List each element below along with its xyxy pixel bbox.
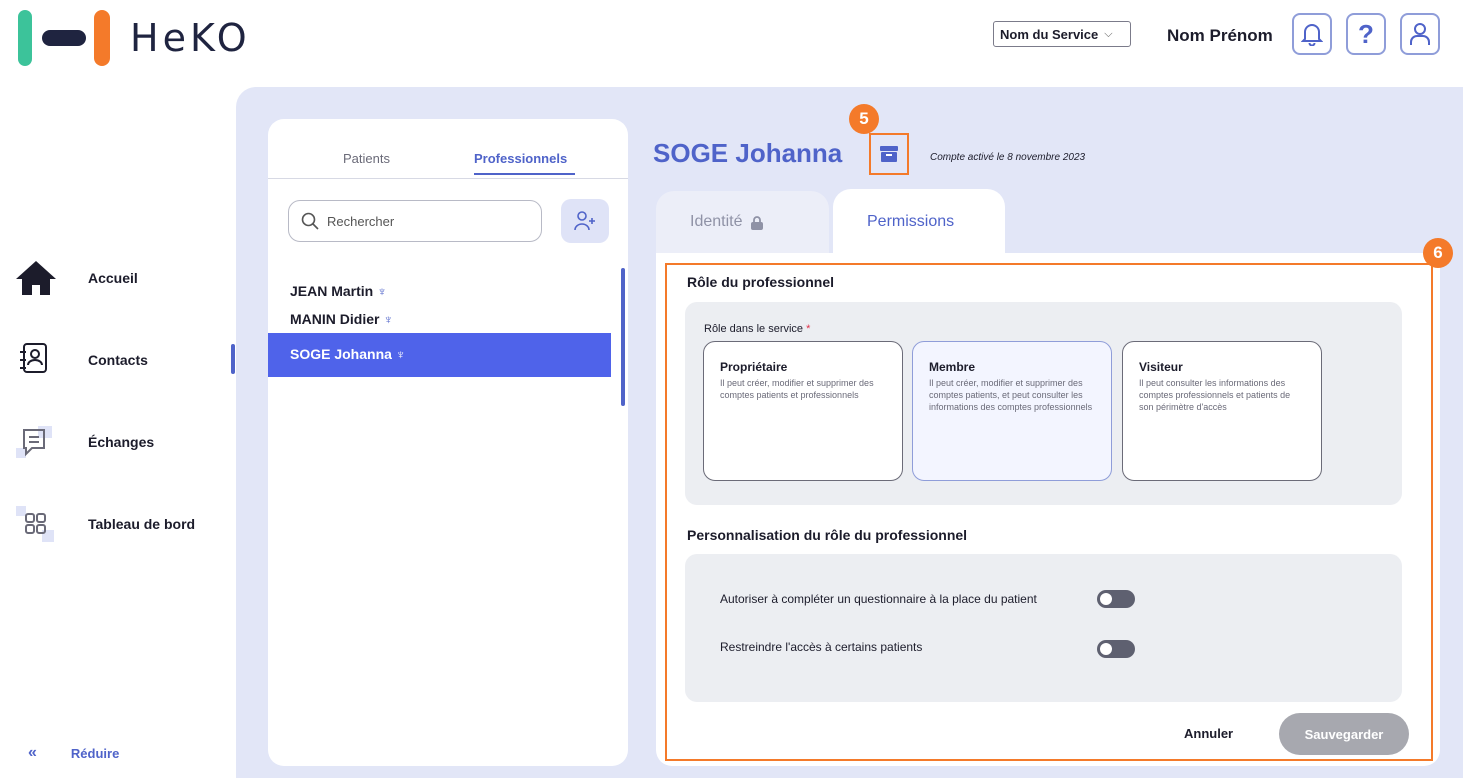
sidebar-item-label: Échanges	[88, 434, 155, 450]
toggle-label: Autoriser à compléter un questionnaire à…	[720, 592, 1037, 606]
tab-patients[interactable]: Patients	[343, 151, 390, 166]
add-professional-button[interactable]	[561, 199, 609, 243]
chevron-down-icon: ⌵	[1104, 27, 1113, 40]
user-icon	[1410, 23, 1430, 45]
home-icon	[14, 258, 64, 298]
scrollbar[interactable]	[621, 268, 625, 406]
dashboard-icon	[14, 504, 64, 544]
search-icon	[301, 212, 319, 230]
role-description: Il peut créer, modifier et supprimer des…	[929, 378, 1093, 412]
active-tab-underline	[474, 173, 575, 175]
role-description: Il peut créer, modifier et supprimer des…	[720, 378, 874, 400]
section-title: Rôle du professionnel	[687, 274, 835, 290]
reduce-label: Réduire	[70, 745, 120, 761]
notifications-button[interactable]	[1292, 13, 1332, 55]
archive-button[interactable]	[869, 133, 909, 175]
tab-label: Identité	[690, 213, 743, 230]
section-title: Personnalisation du rôle du professionne…	[687, 527, 968, 543]
list-item[interactable]: SOGE Johanna ♆	[290, 346, 406, 362]
add-user-icon	[574, 211, 595, 231]
search-field[interactable]: Rechercher	[288, 200, 542, 242]
customization-box	[685, 554, 1402, 702]
contacts-icon	[14, 340, 64, 380]
double-chevron-left-icon: «	[28, 744, 37, 761]
app-logo: HeKO	[18, 10, 251, 66]
person-name: JEAN Martin	[290, 283, 374, 299]
stethoscope-icon: ♆	[377, 284, 387, 299]
question-icon: ?	[1358, 18, 1374, 49]
active-indicator	[231, 344, 235, 374]
person-name: MANIN Didier	[290, 311, 380, 327]
sidebar-item-accueil[interactable]: Accueil	[14, 258, 224, 298]
field-label: Rôle dans le service *	[704, 323, 811, 335]
stethoscope-icon: ♆	[395, 347, 406, 362]
stethoscope-icon: ♆	[383, 312, 394, 327]
save-button[interactable]: Sauvegarder	[1279, 713, 1409, 755]
list-item[interactable]: JEAN Martin ♆	[290, 283, 387, 299]
required-mark: *	[806, 323, 811, 335]
role-title: Visiteur	[1139, 360, 1183, 374]
reduce-button[interactable]: « Réduire	[28, 744, 119, 762]
role-title: Membre	[929, 360, 976, 374]
role-option-proprietaire[interactable]: Propriétaire Il peut créer, modifier et …	[703, 341, 903, 481]
restrict-access-toggle[interactable]	[1097, 640, 1135, 658]
role-description: Il peut consulter les informations des c…	[1139, 378, 1291, 412]
service-select-value: Nom du Service	[1000, 26, 1099, 42]
annotation-badge: 5	[849, 104, 879, 134]
person-name: SOGE Johanna	[290, 346, 392, 362]
cancel-button[interactable]: Annuler	[1184, 726, 1233, 741]
role-option-visiteur[interactable]: Visiteur Il peut consulter les informati…	[1122, 341, 1322, 481]
user-name[interactable]: Nom Prénom	[1167, 26, 1273, 46]
tab-professionnels[interactable]: Professionnels	[474, 151, 567, 166]
page-title: SOGE Johanna	[653, 138, 843, 168]
help-button[interactable]: ?	[1346, 13, 1386, 55]
questionnaire-toggle[interactable]	[1097, 590, 1135, 608]
service-select[interactable]: Nom du Service ⌵	[993, 21, 1131, 47]
messages-icon	[14, 422, 64, 462]
archive-icon	[880, 146, 898, 162]
sidebar-item-label: Contacts	[88, 352, 148, 368]
tab-permissions[interactable]: Permissions	[833, 189, 1005, 253]
sidebar-item-label: Tableau de bord	[88, 516, 196, 532]
sidebar-item-label: Accueil	[88, 270, 138, 286]
role-option-membre[interactable]: Membre Il peut créer, modifier et suppri…	[912, 341, 1112, 481]
search-placeholder: Rechercher	[327, 213, 395, 229]
list-item[interactable]: MANIN Didier ♆	[290, 311, 393, 327]
toggle-label: Restreindre l'accès à certains patients	[720, 640, 923, 654]
sidebar-item-contacts[interactable]: Contacts	[14, 340, 224, 380]
annotation-badge: 6	[1423, 238, 1453, 268]
lock-icon	[751, 216, 764, 230]
divider	[268, 178, 628, 179]
activation-date: Compte activé le 8 novembre 2023	[930, 152, 1086, 163]
tab-identite[interactable]: Identité	[656, 191, 829, 253]
bell-icon	[1301, 24, 1323, 46]
sidebar-item-tableau-de-bord[interactable]: Tableau de bord	[14, 504, 224, 544]
profile-button[interactable]	[1400, 13, 1440, 55]
logo-text: HeKO	[130, 16, 251, 60]
sidebar-item-echanges[interactable]: Échanges	[14, 422, 224, 462]
role-title: Propriétaire	[720, 360, 788, 374]
